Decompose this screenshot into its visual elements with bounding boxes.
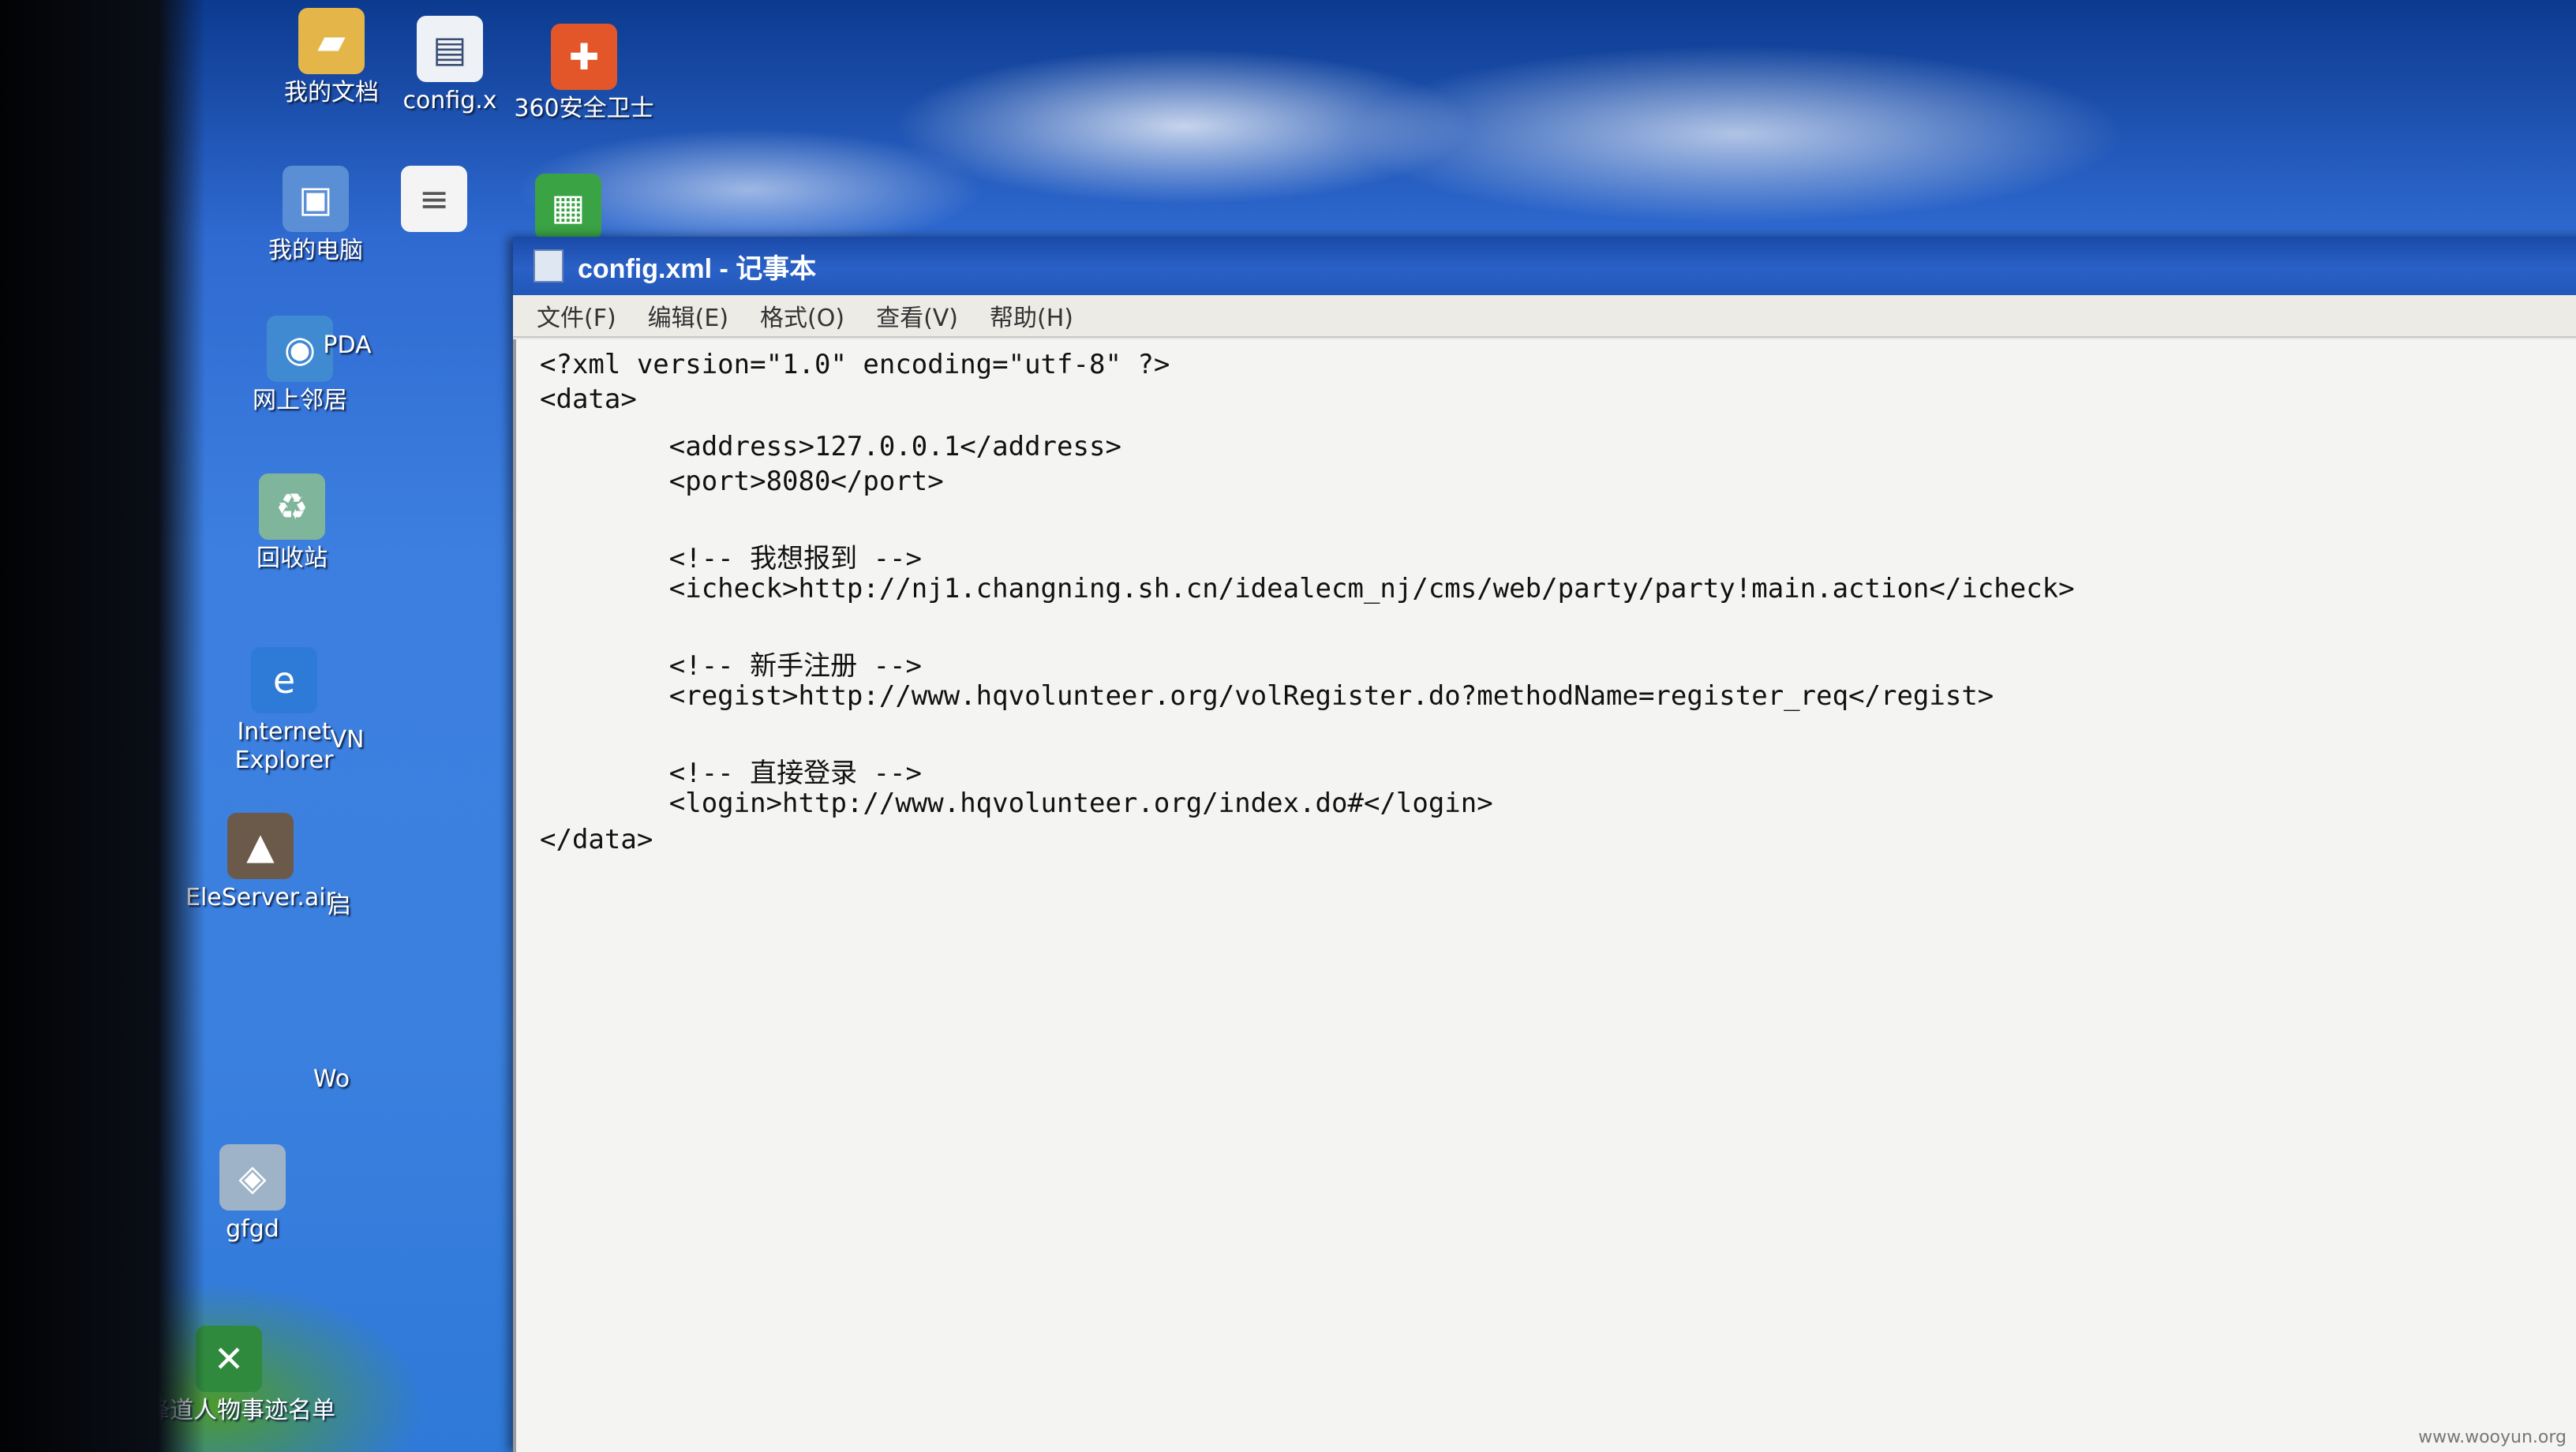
desktop-icon-gfgd[interactable]: ◈ gfgd — [158, 1144, 347, 1244]
desktop-icon-network-places[interactable]: ◉ 网上邻居 — [205, 316, 395, 415]
vnc-icon: VN — [330, 726, 365, 754]
editor-line: <port>8080</port> — [540, 466, 944, 497]
notepad-window[interactable]: config.xml - 记事本 文件(F) 编辑(E) 格式(O) 查看(V)… — [513, 237, 2576, 1452]
recycle-bin-icon: ♻ — [259, 473, 325, 540]
excel-file-icon: ✕ — [196, 1326, 262, 1392]
notepad-titlebar[interactable]: config.xml - 记事本 — [513, 237, 2576, 295]
editor-line: <regist>http://www.hqvolunteer.org/volRe… — [540, 680, 1994, 712]
pda-icon: PDA — [323, 331, 372, 359]
menu-help[interactable]: 帮助(H) — [990, 298, 1073, 333]
desktop-icon-pda[interactable]: PDA — [300, 331, 395, 360]
editor-line: <!-- 新手注册 --> — [540, 650, 922, 682]
app-icon: 启 — [328, 892, 351, 919]
editor-line: <address>127.0.0.1</address> — [540, 431, 1121, 462]
editor-line: <icheck>http://nj1.changning.sh.cn/ideal… — [540, 573, 2075, 604]
app-shortcut-icon: ▦ — [535, 174, 601, 240]
word-icon: Wo — [313, 1065, 350, 1093]
internet-explorer-icon: e — [251, 647, 317, 713]
text-document-icon: ≡ — [401, 166, 467, 232]
menu-file[interactable]: 文件(F) — [537, 298, 616, 333]
menu-edit[interactable]: 编辑(E) — [648, 298, 728, 333]
desktop-icon-internet-explorer[interactable]: e Internet Explorer — [189, 647, 379, 775]
editor-line: <!-- 直接登录 --> — [540, 758, 922, 789]
desktop-icon-vnc[interactable]: VN — [300, 726, 395, 754]
editor-line: <data> — [540, 384, 637, 415]
text-editor[interactable]: <?xml version="1.0" encoding="utf-8" ?> … — [513, 339, 2576, 1452]
desktop-icon-app-shortcut[interactable]: ▦ — [474, 174, 663, 245]
watermark: www.wooyun.org — [2418, 1428, 2567, 1447]
xml-file-icon: ▤ — [417, 16, 483, 82]
menu-format[interactable]: 格式(O) — [760, 298, 844, 333]
editor-line: <!-- 我想报到 --> — [540, 543, 922, 574]
desktop-icon-360[interactable]: ✚ 360安全卫士 — [489, 24, 679, 123]
desktop-icon-app[interactable]: 启 — [292, 892, 387, 920]
notepad-icon — [534, 249, 564, 283]
menu-view[interactable]: 查看(V) — [876, 298, 958, 333]
desktop-icon-word[interactable]: Wo — [284, 1065, 379, 1094]
desktop-icon-recycle-bin[interactable]: ♻ 回收站 — [197, 473, 387, 573]
desktop: ▰ 我的文档 ▤ config.x ✚ 360安全卫士 ▣ 我的电脑 ≡ ▦ ◉… — [118, 0, 2576, 1452]
editor-line: <login>http://www.hqvolunteer.org/index.… — [540, 788, 1493, 819]
window-title: config.xml - 记事本 — [578, 253, 817, 284]
editor-line: </data> — [540, 824, 653, 855]
security-360-icon: ✚ — [551, 24, 617, 90]
air-app-icon: ▲ — [227, 813, 294, 879]
editor-line: <?xml version="1.0" encoding="utf-8" ?> — [540, 349, 1170, 380]
desktop-icon-excel[interactable]: ✕ 先锋道人物事迹名单 — [118, 1326, 339, 1425]
menu-bar: 文件(F) 编辑(E) 格式(O) 查看(V) 帮助(H) — [513, 295, 2576, 338]
network-shortcut-icon: ◈ — [219, 1144, 286, 1211]
